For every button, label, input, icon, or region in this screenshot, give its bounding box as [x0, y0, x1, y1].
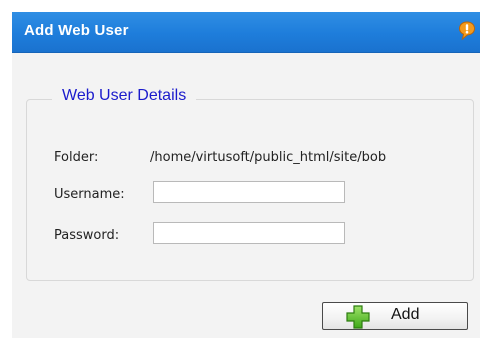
group-legend: Web User Details	[52, 87, 197, 105]
folder-path: /home/virtusoft/public_html/site/bob	[150, 150, 387, 165]
password-input[interactable]	[153, 222, 345, 244]
username-label: Username:	[54, 187, 125, 202]
folder-label: Folder:	[54, 150, 99, 165]
add-button[interactable]: Add	[322, 302, 468, 330]
info-icon[interactable]	[458, 21, 476, 41]
password-label: Password:	[54, 228, 120, 243]
add-web-user-dialog: Add Web User Web User Details Folder: /h…	[12, 12, 480, 338]
plus-icon	[345, 304, 371, 330]
username-input[interactable]	[153, 181, 345, 203]
title-bar: Add Web User	[12, 12, 480, 53]
dialog-title: Add Web User	[24, 22, 129, 39]
add-button-label: Add	[391, 306, 420, 323]
